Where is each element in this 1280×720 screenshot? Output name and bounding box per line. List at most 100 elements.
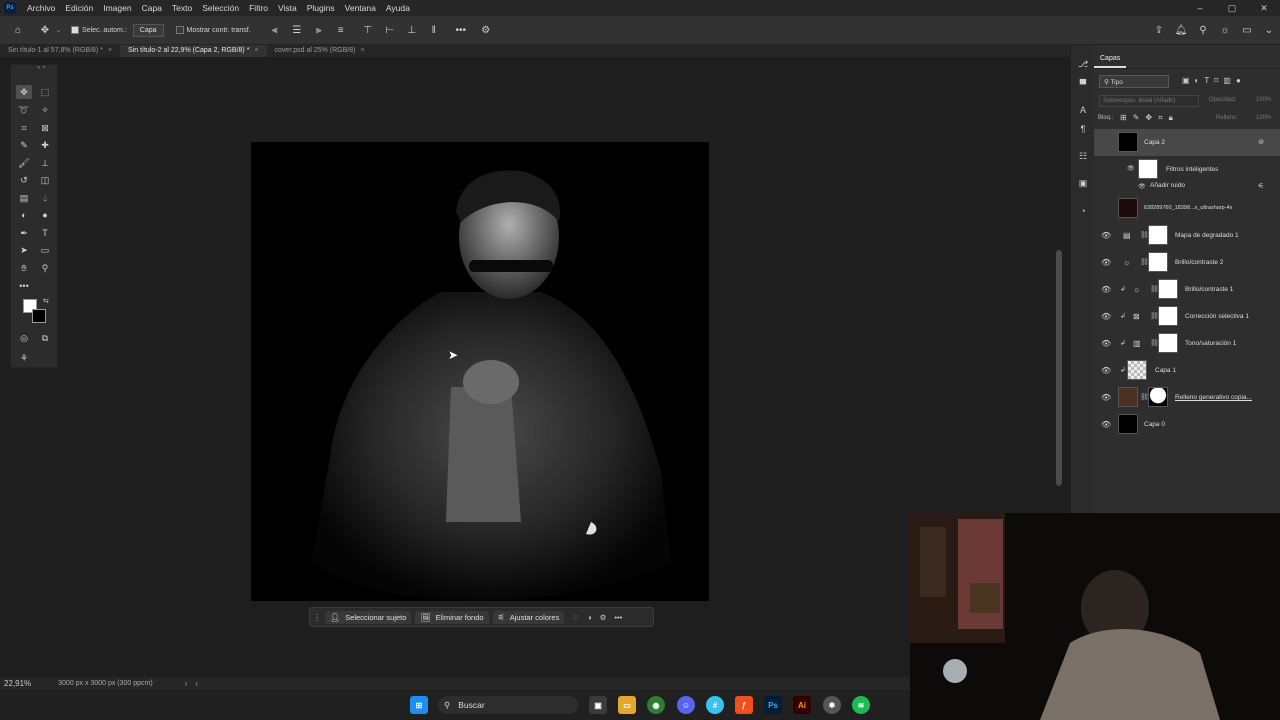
eyedropper-tool-icon[interactable]: ✎ xyxy=(16,138,32,152)
swap-colors-icon[interactable]: ⇆ xyxy=(43,297,49,305)
filter-kind-dropdown[interactable]: ⚲ Tipo xyxy=(1099,75,1169,88)
distribute-icon[interactable]: ≡ xyxy=(333,22,349,38)
mask-icon[interactable]: ⚙ xyxy=(600,613,607,622)
minimize-button[interactable]: – xyxy=(1184,0,1216,16)
history-brush-tool-icon[interactable]: ↺ xyxy=(16,173,32,187)
figma-icon[interactable]: ƒ xyxy=(735,696,753,714)
menu-ayuda[interactable]: Ayuda xyxy=(381,3,415,13)
drag-handle-icon[interactable]: ⋮ xyxy=(313,613,321,622)
layer-row[interactable]: 👁︎ ☼ ⛓︎ Brillo/contraste 2 xyxy=(1094,249,1280,276)
lasso-tool-icon[interactable]: ➰ xyxy=(16,103,32,117)
layer-row[interactable]: 638289760_18398...x_ultrasharp-4x xyxy=(1094,195,1280,222)
eye-icon[interactable]: 👁︎ xyxy=(1101,312,1111,321)
menu-filtro[interactable]: Filtro xyxy=(244,3,273,13)
maximize-button[interactable]: ▢ xyxy=(1216,0,1248,16)
align-top-icon[interactable]: ⊤ xyxy=(360,22,376,38)
more-options-icon[interactable]: ••• xyxy=(453,22,469,38)
eye-icon[interactable]: 👁︎ xyxy=(1101,231,1111,240)
rectangle-tool-icon[interactable]: ▭ xyxy=(37,243,53,257)
workspace-chevron-icon[interactable]: ⌄ xyxy=(1261,22,1277,38)
align-left-icon[interactable]: ⫷ xyxy=(267,22,283,38)
file-explorer-icon[interactable]: ▭ xyxy=(618,696,636,714)
blur-tool-icon[interactable]: 💧︎ xyxy=(37,191,53,205)
close-tab-icon[interactable]: × xyxy=(108,47,112,54)
align-bottom-icon[interactable]: ⊥ xyxy=(404,22,420,38)
eye-icon[interactable]: 👁︎ xyxy=(1101,420,1111,429)
character-icon[interactable]: A xyxy=(1075,103,1091,117)
slack-icon[interactable]: # xyxy=(706,696,724,714)
edit-toolbar-icon[interactable]: ••• xyxy=(16,279,32,293)
move-tool-icon[interactable]: ✥ xyxy=(16,85,32,99)
fill-value[interactable]: 100% xyxy=(1256,115,1271,121)
task-view-icon[interactable]: ▣ xyxy=(589,696,607,714)
quick-mask-icon[interactable]: ◎ xyxy=(16,331,32,345)
chrome-icon[interactable]: ◉ xyxy=(647,696,665,714)
collapse-toolbox-icon[interactable]: « × xyxy=(37,65,46,71)
menu-capa[interactable]: Capa xyxy=(137,3,167,13)
frame-tool-icon[interactable]: ⊠ xyxy=(37,121,53,135)
blend-mode-dropdown[interactable]: Sobreexpos. lineal (Añadir) xyxy=(1099,95,1199,107)
eye-icon[interactable]: 👁︎ xyxy=(1101,393,1111,402)
spotify-icon[interactable]: ≋ xyxy=(852,696,870,714)
document-canvas[interactable]: ➤ xyxy=(251,142,709,601)
generative-tool-icon[interactable]: ⚘ xyxy=(16,351,32,365)
tab-doc-3[interactable]: cover.psd al 25% (RGB/8) × xyxy=(267,45,373,57)
crop-tool-icon[interactable]: ⌗ xyxy=(16,121,32,135)
adjustment-icon[interactable]: ◑ xyxy=(587,613,592,622)
illustrator-taskbar-icon[interactable]: Ai xyxy=(793,696,811,714)
path-selection-tool-icon[interactable]: ➤ xyxy=(16,243,32,257)
history-icon[interactable]: ⎇ xyxy=(1075,57,1091,71)
chevron-down-icon[interactable]: ⌄ xyxy=(56,27,61,34)
filter-icons[interactable]: ▣◐T⌑▥● xyxy=(1182,76,1246,85)
layer-row[interactable]: 👁︎ ⛓︎ Relleno generativo copia... xyxy=(1094,384,1280,411)
move-tool-icon[interactable]: ✥ xyxy=(37,22,53,38)
close-tab-icon[interactable]: × xyxy=(254,47,258,54)
photoshop-taskbar-icon[interactable]: Ps xyxy=(764,696,782,714)
layer-row[interactable]: 👁︎ ↲ Capa 1 xyxy=(1094,357,1280,384)
hand-tool-icon[interactable]: ✋︎ xyxy=(16,261,32,275)
distribute-vertical-icon[interactable]: ‖ xyxy=(426,22,442,38)
menu-texto[interactable]: Texto xyxy=(167,3,197,13)
eye-icon[interactable]: 👁︎ xyxy=(1101,366,1111,375)
tab-doc-2[interactable]: Sin título-2 al 22,9% (Capa 2, RGB/8) * × xyxy=(120,45,267,57)
tab-doc-1[interactable]: Sin título-1 al 57,8% (RGB/8) * × xyxy=(0,45,120,57)
close-window-button[interactable]: ✕ xyxy=(1248,0,1280,16)
align-middle-icon[interactable]: ⊢ xyxy=(382,22,398,38)
align-right-icon[interactable]: ⫸ xyxy=(311,22,327,38)
layers-tab[interactable]: Capas xyxy=(1094,55,1127,68)
taskbar-search[interactable]: ⚲ Buscar xyxy=(438,696,578,714)
menu-vista[interactable]: Vista xyxy=(273,3,302,13)
clone-stamp-tool-icon[interactable]: ⊥ xyxy=(37,156,53,170)
eraser-tool-icon[interactable]: ◫ xyxy=(37,173,53,187)
share-icon[interactable]: ⇪ xyxy=(1151,22,1167,38)
remove-background-button[interactable]: 🖼︎ Eliminar fondo xyxy=(415,610,489,624)
pen-tool-icon[interactable]: ✒ xyxy=(16,226,32,240)
align-center-icon[interactable]: ☰ xyxy=(289,22,305,38)
menu-plugins[interactable]: Plugins xyxy=(302,3,340,13)
layer-row[interactable]: Capa 2 ⊘ xyxy=(1094,129,1280,156)
layer-row[interactable]: 👁︎ ↲ ⊠ ⛓︎ Corrección selectiva 1 xyxy=(1094,303,1280,330)
more-icon[interactable]: ••• xyxy=(614,613,622,622)
menu-archivo[interactable]: Archivo xyxy=(22,3,60,13)
bell-icon[interactable]: 🔔︎ xyxy=(1173,22,1189,38)
eye-icon[interactable]: 👁︎ xyxy=(1101,339,1111,348)
app-icon[interactable]: ✱ xyxy=(823,696,841,714)
home-icon[interactable]: ⌂ xyxy=(10,22,26,38)
dodge-tool-icon[interactable]: ◐ xyxy=(16,208,32,222)
eye-icon[interactable]: 👁︎ xyxy=(1101,285,1111,294)
discord-icon[interactable]: ☺ xyxy=(677,696,695,714)
eye-icon[interactable]: 👁︎ xyxy=(1101,258,1111,267)
opacity-value[interactable]: 100% xyxy=(1256,97,1271,103)
auto-select-dropdown[interactable]: Capa xyxy=(132,23,164,37)
layer-row[interactable]: 👁︎ ↲ ☼ ⛓︎ Brillo/contraste 1 xyxy=(1094,276,1280,303)
workspace-icon[interactable]: ▭ xyxy=(1239,22,1255,38)
layer-row[interactable]: 👁︎ Capa 0 xyxy=(1094,411,1280,438)
healing-brush-tool-icon[interactable]: ✚ xyxy=(37,138,53,152)
eye-icon[interactable]: 👁︎ xyxy=(1138,183,1146,190)
color-icon[interactable]: ◔ xyxy=(1075,204,1091,218)
magic-wand-tool-icon[interactable]: ✧ xyxy=(37,103,53,117)
show-transform-checkbox[interactable] xyxy=(175,26,187,34)
adjust-colors-button[interactable]: ⚟ Ajustar colores xyxy=(492,610,565,624)
comments-icon[interactable]: ▀ xyxy=(1075,77,1091,91)
filter-options-icon[interactable]: ⚟ xyxy=(1258,182,1264,190)
